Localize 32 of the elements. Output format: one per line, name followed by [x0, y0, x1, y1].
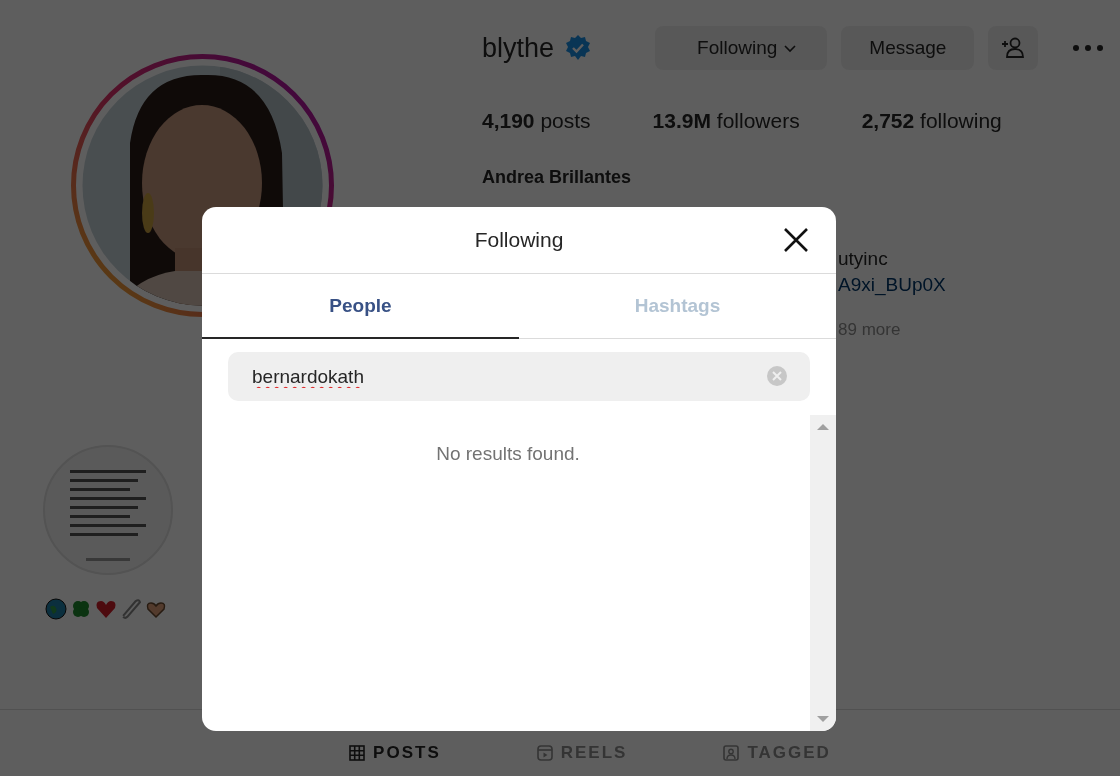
close-button[interactable]: [782, 226, 810, 254]
scroll-up-icon[interactable]: [817, 421, 829, 433]
close-icon: [782, 226, 810, 254]
scrollbar[interactable]: [810, 415, 836, 731]
profile-stat: 2,752 following: [861, 109, 1002, 133]
clear-search-button[interactable]: [766, 365, 788, 387]
clover-icon: [70, 598, 92, 620]
grid-icon: [349, 745, 366, 761]
full-name: Andrea Brillantes: [482, 167, 633, 188]
profile-tab[interactable]: POSTS: [349, 742, 441, 764]
heart-icon: [95, 598, 117, 620]
message-button[interactable]: Message: [841, 26, 975, 70]
search-field[interactable]: bernardokath: [228, 352, 810, 401]
add-person-button[interactable]: [988, 26, 1039, 70]
reels-icon: [536, 745, 553, 761]
tagged-icon: [723, 745, 740, 761]
profile-stat: 4,190 posts: [482, 109, 591, 133]
profile-stat: 13.9M followers: [652, 109, 800, 133]
dialog-title: Following: [474, 228, 564, 252]
add-person-icon: [1000, 35, 1027, 61]
bio-link[interactable]: A9xi_BUp0X: [838, 273, 946, 296]
username: blythe: [482, 32, 555, 64]
clear-icon: [766, 365, 788, 387]
empty-message: No results found.: [436, 443, 580, 466]
globe-icon: [45, 598, 67, 620]
dialog-tab[interactable]: Hashtags: [519, 274, 836, 339]
bio-text: utyinc: [838, 248, 888, 270]
more-icon: [1072, 44, 1105, 52]
following-button[interactable]: Following: [655, 26, 828, 70]
paperclip-icon: [120, 598, 142, 620]
dialog-tab[interactable]: People: [202, 274, 519, 339]
scroll-down-icon[interactable]: [817, 713, 829, 725]
